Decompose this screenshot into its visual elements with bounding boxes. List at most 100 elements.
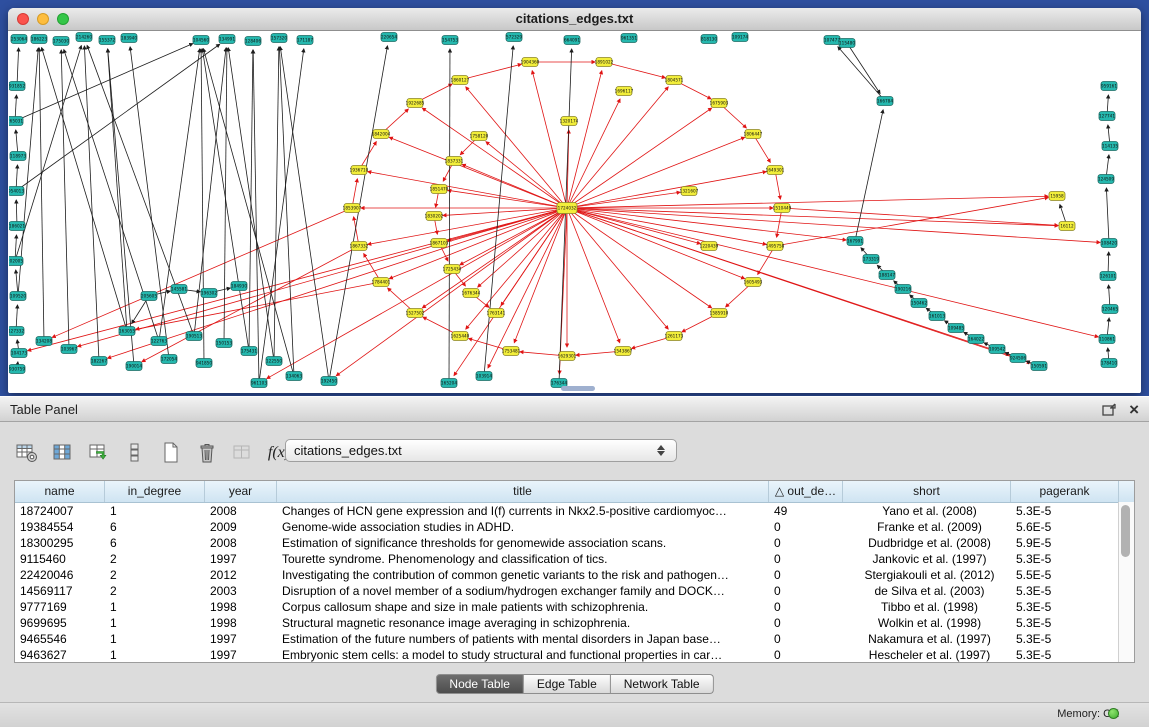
graph-node[interactable]: 664091 [564, 36, 580, 45]
graph-node[interactable]: 1867332 [350, 242, 369, 251]
graph-node[interactable]: 192450 [321, 377, 337, 386]
graph-node[interactable]: 1261173 [665, 332, 684, 341]
table-row[interactable]: 946362711997Embryonic stem cells: a mode… [15, 647, 1134, 663]
network-graph[interactable]: 1724032189102218045711675903180644716493… [9, 31, 1140, 393]
graph-node[interactable]: 165204 [441, 379, 457, 388]
graph-node[interactable]: 134063 [286, 372, 302, 381]
graph-node[interactable]: 104173 [11, 349, 27, 358]
table-settings-icon[interactable] [14, 440, 40, 466]
graph-node[interactable]: 1495758 [766, 242, 785, 251]
graph-node[interactable]: 108420 [1101, 239, 1117, 248]
graph-node[interactable]: 107477 [824, 36, 840, 45]
graph-node[interactable]: 109174 [732, 33, 748, 42]
graph-node[interactable]: 924506 [1010, 354, 1026, 363]
graph-node[interactable]: 190513 [186, 332, 202, 341]
graph-node[interactable]: 1837331 [445, 157, 464, 166]
zoom-window-button[interactable] [57, 13, 69, 25]
graph-node[interactable]: 190216 [895, 285, 911, 294]
graph-node[interactable]: 109520 [10, 292, 26, 301]
graph-node[interactable]: 954013 [9, 187, 24, 196]
graph-node[interactable]: 186223 [31, 35, 47, 44]
graph-node[interactable]: 155372 [99, 36, 115, 45]
graph-node[interactable]: 183940 [121, 34, 137, 43]
graph-node[interactable]: 150153 [216, 339, 232, 348]
float-panel-icon[interactable] [1102, 403, 1117, 416]
table-row[interactable]: 911546021997Tourette syndrome. Phenomeno… [15, 551, 1134, 567]
graph-node[interactable]: 173319 [863, 255, 879, 264]
network-canvas[interactable]: 1724032189102218045711675903180644716493… [9, 31, 1140, 393]
graph-node[interactable]: 1891022 [595, 58, 614, 67]
graph-node[interactable]: 150462 [911, 299, 927, 308]
graph-node[interactable]: 265031 [9, 117, 23, 126]
graph-node[interactable]: 1320174 [560, 117, 579, 126]
close-panel-icon[interactable]: × [1129, 397, 1139, 422]
graph-node[interactable]: 145581 [171, 285, 187, 294]
graph-node[interactable]: 1585910 [710, 309, 729, 318]
graph-node[interactable]: 1851470 [430, 185, 449, 194]
graph-node[interactable]: 961103 [251, 379, 267, 388]
graph-node[interactable]: 171187 [297, 36, 313, 45]
tab-edge-table[interactable]: Edge Table [524, 674, 611, 694]
graph-node[interactable]: 1867103 [430, 239, 449, 248]
graph-node[interactable]: 127741 [1099, 112, 1115, 121]
graph-node[interactable]: 220654 [381, 33, 397, 42]
column-header[interactable]: pagerank [1011, 481, 1119, 502]
graph-node[interactable]: 186021 [9, 222, 25, 231]
select-rows-icon[interactable] [122, 440, 148, 466]
graph-node[interactable]: 959161 [1101, 82, 1117, 91]
graph-node[interactable]: 941850 [196, 359, 212, 368]
import-table-disabled-icon[interactable] [230, 440, 256, 466]
graph-node[interactable]: 1321607 [680, 187, 699, 196]
graph-node[interactable]: 818130 [701, 35, 717, 44]
graph-node[interactable]: 103967 [61, 345, 77, 354]
graph-node[interactable]: 1625440 [451, 332, 470, 341]
graph-node[interactable]: 1842004 [372, 130, 391, 139]
column-header[interactable]: in_degree [105, 481, 205, 502]
graph-node[interactable]: 124509 [1098, 175, 1114, 184]
window-titlebar[interactable]: citations_edges.txt [8, 8, 1141, 31]
graph-node[interactable]: 109542 [989, 345, 1005, 354]
new-table-icon[interactable] [158, 440, 184, 466]
scrollbar-thumb[interactable] [1121, 505, 1130, 557]
graph-node[interactable]: 157320 [271, 34, 287, 43]
delete-table-icon[interactable] [194, 440, 220, 466]
graph-node[interactable]: 172054 [161, 355, 177, 364]
graph-node[interactable]: 182267 [91, 357, 107, 366]
graph-node[interactable]: 134208 [36, 337, 52, 346]
graph-node[interactable]: 1753481 [502, 347, 521, 356]
graph-node[interactable]: 167991 [847, 237, 863, 246]
graph-node[interactable]: 1758120 [470, 132, 489, 141]
graph-node[interactable]: 1936710 [350, 166, 369, 175]
table-source-dropdown[interactable]: citations_edges.txt [285, 439, 677, 462]
graph-node[interactable]: 1922685 [406, 99, 425, 108]
column-header[interactable]: △ out_de… [769, 481, 843, 502]
graph-node[interactable]: 154753 [442, 36, 458, 45]
graph-node[interactable]: 164022 [968, 335, 984, 344]
close-window-button[interactable] [17, 13, 29, 25]
graph-node[interactable]: 127332 [9, 327, 24, 336]
graph-node[interactable]: 1696117 [615, 87, 634, 96]
table-scrollbar[interactable] [1118, 502, 1134, 662]
graph-node[interactable]: 114135 [1102, 142, 1118, 151]
graph-node[interactable]: 196302 [201, 289, 217, 298]
column-header[interactable]: name [15, 481, 105, 502]
graph-node[interactable]: 175030 [53, 37, 69, 46]
graph-node[interactable]: 253064 [11, 35, 27, 44]
graph-node[interactable]: 1724032 [557, 203, 577, 214]
graph-node[interactable]: 110861 [1099, 335, 1115, 344]
column-header[interactable]: year [205, 481, 277, 502]
graph-node[interactable]: 128406 [245, 37, 261, 46]
graph-node[interactable]: 178410 [1101, 359, 1117, 368]
tab-network-table[interactable]: Network Table [611, 674, 714, 694]
graph-node[interactable]: 1904360 [521, 58, 540, 67]
table-row[interactable]: 2242004622012Investigating the contribut… [15, 567, 1134, 583]
graph-node[interactable]: 1675903 [710, 99, 729, 108]
graph-node[interactable]: 1806447 [744, 130, 763, 139]
graph-node[interactable]: 184930 [231, 282, 247, 291]
table-row[interactable]: 1872400712008Changes of HCN gene express… [15, 503, 1134, 519]
graph-node[interactable]: 1763141 [487, 309, 506, 318]
graph-node[interactable]: 103914 [476, 372, 492, 381]
table-row[interactable]: 1938455462009Genome-wide association stu… [15, 519, 1134, 535]
graph-node[interactable]: 1543867 [614, 347, 633, 356]
graph-node[interactable]: 1853907 [343, 204, 362, 213]
